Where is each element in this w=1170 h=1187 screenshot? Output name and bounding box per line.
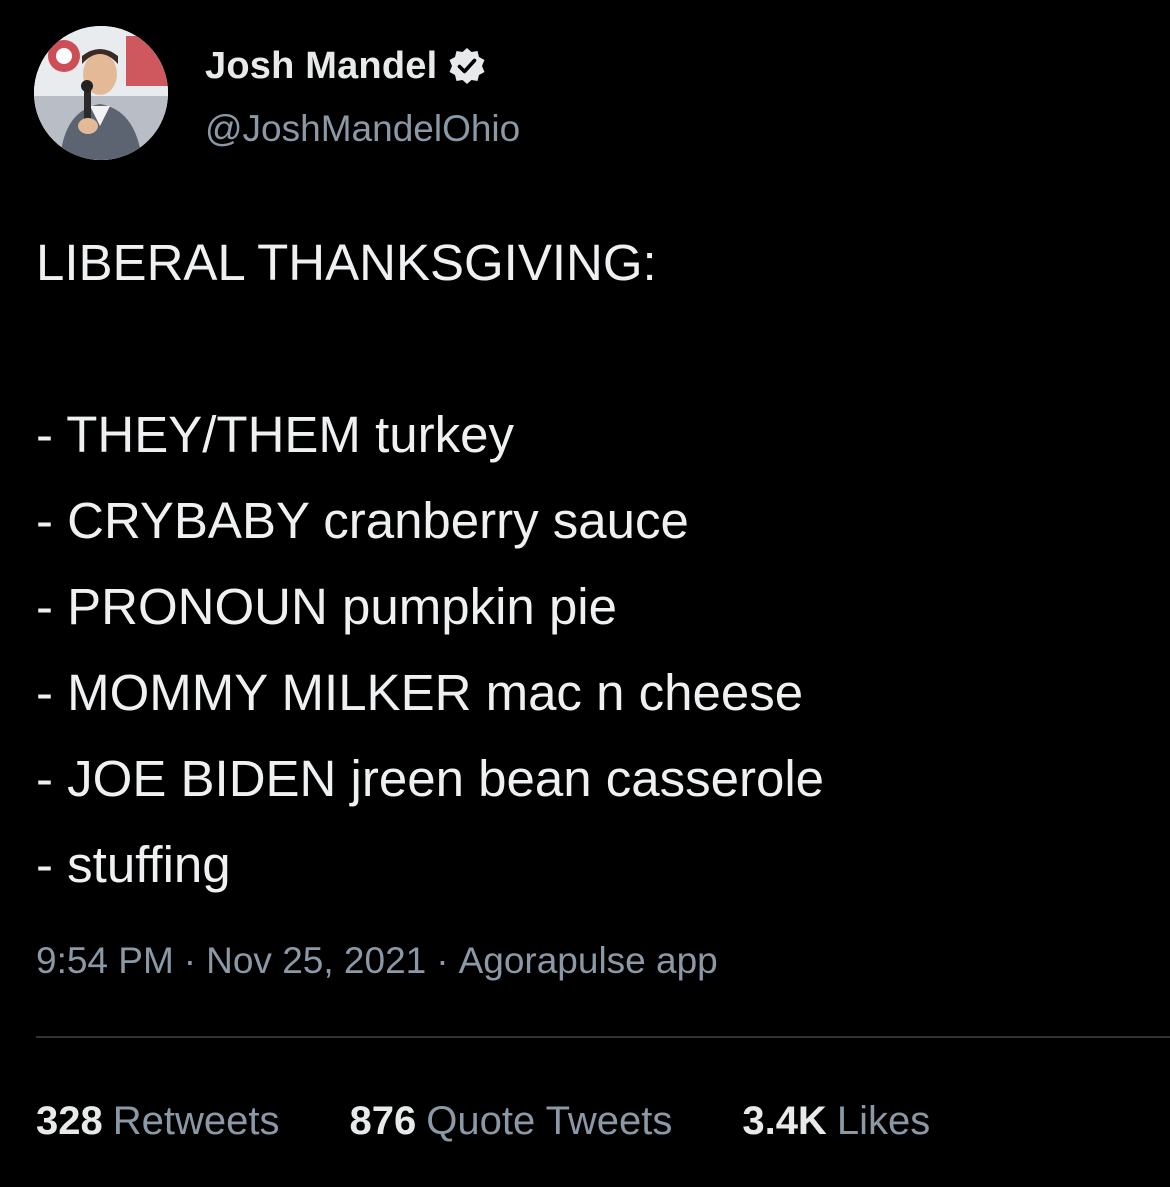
avatar[interactable] xyxy=(34,26,168,160)
author-handle[interactable]: @JoshMandelOhio xyxy=(205,108,520,150)
tweet-date[interactable]: Nov 25, 2021 xyxy=(206,940,426,981)
divider xyxy=(36,1036,1170,1038)
quote-tweets-label: Quote Tweets xyxy=(426,1098,673,1143)
retweets-label: Retweets xyxy=(112,1098,280,1143)
likes-count: 3.4K xyxy=(742,1098,827,1143)
meta-separator: · xyxy=(183,940,197,981)
tweet-detail: Josh Mandel @JoshMandelOhio LIBERAL THAN… xyxy=(0,0,1170,1187)
likes-label: Likes xyxy=(836,1098,931,1143)
list-item: - stuffing xyxy=(36,836,231,893)
tweet-headline: LIBERAL THANKSGIVING: xyxy=(36,234,657,291)
list-item: - THEY/THEM turkey xyxy=(36,406,514,463)
verified-badge-icon xyxy=(447,46,487,86)
author-name-row[interactable]: Josh Mandel xyxy=(205,42,487,90)
tweet-stats: 328 Retweets 876 Quote Tweets 3.4K Likes xyxy=(36,1094,930,1148)
list-item: - PRONOUN pumpkin pie xyxy=(36,578,617,635)
tweet-source-link[interactable]: Agorapulse app xyxy=(459,940,718,981)
tweet-text: LIBERAL THANKSGIVING: - THEY/THEM turkey… xyxy=(36,220,1146,908)
tweet-time[interactable]: 9:54 PM xyxy=(36,940,174,981)
profile-photo-image xyxy=(34,26,168,160)
list-item: - CRYBABY cranberry sauce xyxy=(36,492,689,549)
meta-separator: · xyxy=(436,940,449,981)
quote-tweets-stat[interactable]: 876 Quote Tweets xyxy=(350,1099,673,1144)
retweets-count: 328 xyxy=(36,1098,103,1143)
author-display-name[interactable]: Josh Mandel xyxy=(205,45,437,88)
retweets-stat[interactable]: 328 Retweets xyxy=(36,1099,280,1144)
tweet-meta: 9:54 PM · Nov 25, 2021 · Agorapulse app xyxy=(36,940,718,982)
list-item: - JOE BIDEN jreen bean casserole xyxy=(36,750,825,807)
likes-stat[interactable]: 3.4K Likes xyxy=(742,1099,930,1144)
quote-tweets-count: 876 xyxy=(349,1098,417,1143)
list-item: - MOMMY MILKER mac n cheese xyxy=(36,664,804,721)
